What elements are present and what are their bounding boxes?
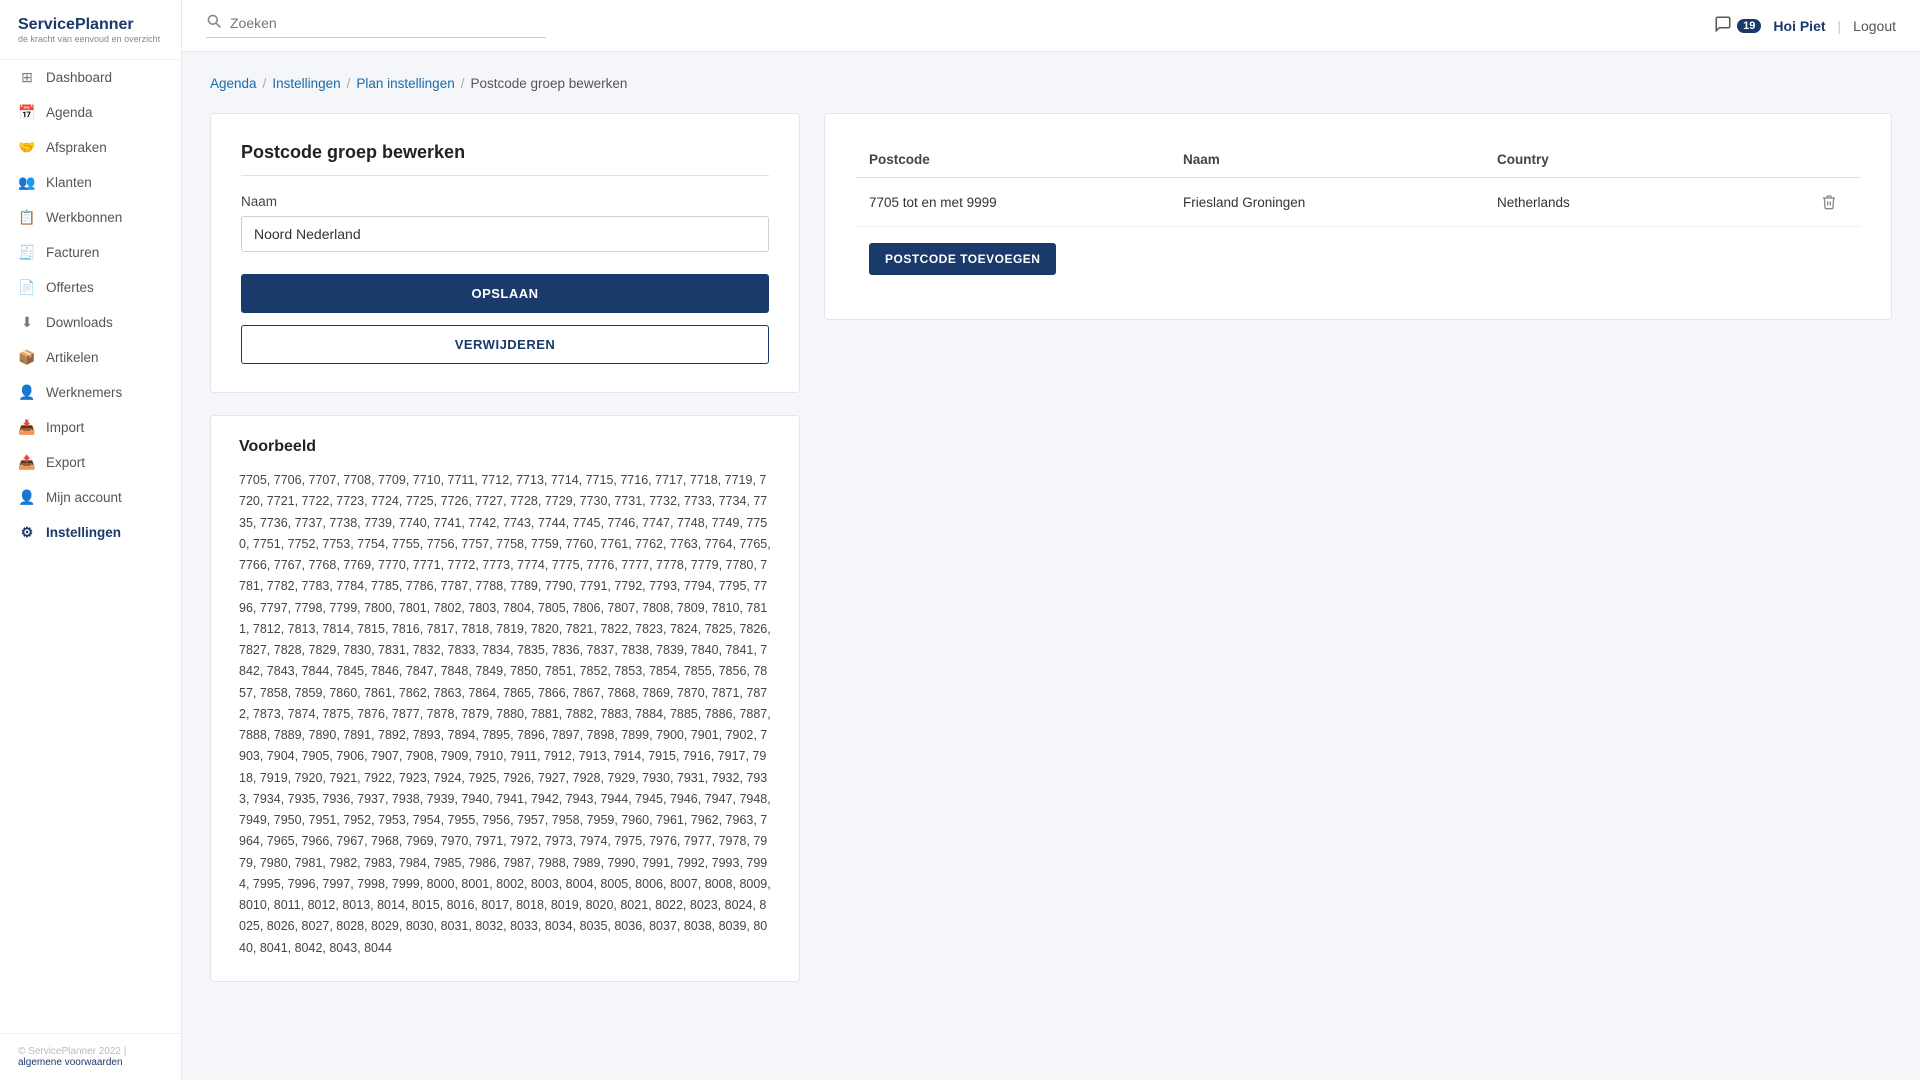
postcode-table-card: Postcode Naam Country 7705 tot en met 99…	[824, 113, 1892, 320]
sidebar: ServicePlanner de kracht van eenvoud en …	[0, 0, 182, 1080]
breadcrumb-link[interactable]: Agenda	[210, 76, 257, 91]
breadcrumb-separator: /	[347, 76, 351, 91]
import-icon: 📥	[18, 419, 36, 436]
col-postcode: Postcode	[869, 152, 1173, 167]
instellingen-icon: ⚙	[18, 524, 36, 541]
example-title: Voorbeeld	[239, 438, 771, 456]
werkbonnen-icon: 📋	[18, 209, 36, 226]
facturen-icon: 🧾	[18, 244, 36, 261]
search-input[interactable]	[230, 15, 530, 31]
terms-link[interactable]: algemene voorwaarden	[18, 1057, 123, 1068]
breadcrumb-link[interactable]: Plan instellingen	[356, 76, 454, 91]
breadcrumb-current: Postcode groep bewerken	[470, 76, 627, 91]
row-naam: Friesland Groningen	[1183, 195, 1487, 210]
example-card: Voorbeeld 7705, 7706, 7707, 7708, 7709, …	[210, 415, 800, 982]
klanten-icon: 👥	[18, 174, 36, 191]
col-naam: Naam	[1183, 152, 1487, 167]
export-icon: 📤	[18, 454, 36, 471]
sidebar-item-label: Agenda	[46, 105, 93, 120]
notification-count: 19	[1737, 19, 1761, 33]
main-area: 19 Hoi Piet | Logout Agenda / Instellingen…	[182, 0, 1920, 1080]
sidebar-footer: © ServicePlanner 2022 | algemene voorwaa…	[0, 1033, 181, 1080]
sidebar-item-downloads[interactable]: ⬇ Downloads	[0, 305, 181, 340]
sidebar-item-label: Werkbonnen	[46, 210, 122, 225]
search-container	[206, 13, 546, 38]
sidebar-item-label: Import	[46, 420, 84, 435]
artikelen-icon: 📦	[18, 349, 36, 366]
save-button[interactable]: OPSLAAN	[241, 274, 769, 313]
sidebar-item-label: Dashboard	[46, 70, 112, 85]
topbar: 19 Hoi Piet | Logout	[182, 0, 1920, 52]
downloads-icon: ⬇	[18, 314, 36, 331]
sidebar-item-mijn-account[interactable]: 👤 Mijn account	[0, 480, 181, 515]
add-postcode-button[interactable]: POSTCODE TOEVOEGEN	[869, 243, 1056, 275]
breadcrumb-link[interactable]: Instellingen	[272, 76, 340, 91]
logout-button[interactable]: Logout	[1853, 18, 1896, 34]
sidebar-item-label: Mijn account	[46, 490, 122, 505]
dashboard-icon: ⊞	[18, 69, 36, 86]
example-section: Voorbeeld 7705, 7706, 7707, 7708, 7709, …	[210, 415, 800, 982]
row-postcode: 7705 tot en met 9999	[869, 195, 1173, 210]
app-title: ServicePlanner	[18, 16, 163, 34]
breadcrumb-separator: /	[263, 76, 267, 91]
topbar-right: 19 Hoi Piet | Logout	[1714, 15, 1896, 36]
breadcrumb-separator: /	[461, 76, 465, 91]
left-column: Postcode groep bewerken Naam OPSLAAN VER…	[210, 113, 800, 982]
page-columns: Postcode groep bewerken Naam OPSLAAN VER…	[210, 113, 1892, 982]
sidebar-item-artikelen[interactable]: 📦 Artikelen	[0, 340, 181, 375]
sidebar-item-offertes[interactable]: 📄 Offertes	[0, 270, 181, 305]
sidebar-item-afspraken[interactable]: 🤝 Afspraken	[0, 130, 181, 165]
sidebar-item-label: Instellingen	[46, 525, 121, 540]
sidebar-item-klanten[interactable]: 👥 Klanten	[0, 165, 181, 200]
offertes-icon: 📄	[18, 279, 36, 296]
sidebar-item-label: Afspraken	[46, 140, 107, 155]
col-country: Country	[1497, 152, 1801, 167]
user-greeting: Hoi Piet	[1773, 18, 1825, 34]
sidebar-item-werknemers[interactable]: 👤 Werknemers	[0, 375, 181, 410]
sidebar-item-label: Artikelen	[46, 350, 99, 365]
sidebar-item-dashboard[interactable]: ⊞ Dashboard	[0, 60, 181, 95]
sidebar-item-instellingen[interactable]: ⚙ Instellingen	[0, 515, 181, 550]
sidebar-item-label: Downloads	[46, 315, 113, 330]
werknemers-icon: 👤	[18, 384, 36, 401]
sidebar-item-facturen[interactable]: 🧾 Facturen	[0, 235, 181, 270]
notification-badge: 19	[1714, 15, 1761, 36]
sidebar-item-werkbonnen[interactable]: 📋 Werkbonnen	[0, 200, 181, 235]
delete-row-button[interactable]	[1811, 190, 1847, 214]
sidebar-item-label: Offertes	[46, 280, 94, 295]
search-icon	[206, 13, 222, 33]
sidebar-nav: ⊞ Dashboard 📅 Agenda 🤝 Afspraken 👥 Klanten 📋 Werk…	[0, 60, 181, 550]
sidebar-item-label: Facturen	[46, 245, 99, 260]
afspraken-icon: 🤝	[18, 139, 36, 156]
table-header: Postcode Naam Country	[855, 142, 1861, 178]
sidebar-item-label: Klanten	[46, 175, 92, 190]
sidebar-logo: ServicePlanner de kracht van eenvoud en …	[0, 0, 181, 60]
sidebar-item-agenda[interactable]: 📅 Agenda	[0, 95, 181, 130]
sidebar-item-export[interactable]: 📤 Export	[0, 445, 181, 480]
table-body: 7705 tot en met 9999 Friesland Groningen…	[855, 178, 1861, 227]
example-content: 7705, 7706, 7707, 7708, 7709, 7710, 7711…	[239, 470, 771, 959]
main-content: Agenda / Instellingen / Plan instellingen / Po…	[182, 52, 1920, 1080]
name-label: Naam	[241, 194, 769, 209]
sidebar-item-label: Export	[46, 455, 85, 470]
row-country: Netherlands	[1497, 195, 1801, 210]
table-row: 7705 tot en met 9999 Friesland Groningen…	[855, 178, 1861, 227]
mijn-account-icon: 👤	[18, 489, 36, 506]
name-input[interactable]	[241, 216, 769, 252]
sidebar-item-label: Werknemers	[46, 385, 122, 400]
form-title: Postcode groep bewerken	[241, 142, 769, 176]
delete-button[interactable]: VERWIJDEREN	[241, 325, 769, 364]
sidebar-item-import[interactable]: 📥 Import	[0, 410, 181, 445]
chat-icon	[1714, 15, 1732, 36]
agenda-icon: 📅	[18, 104, 36, 121]
breadcrumb: Agenda / Instellingen / Plan instellingen / Po…	[210, 76, 1892, 91]
app-subtitle: de kracht van eenvoud en overzicht	[18, 34, 163, 46]
form-card: Postcode groep bewerken Naam OPSLAAN VER…	[210, 113, 800, 393]
